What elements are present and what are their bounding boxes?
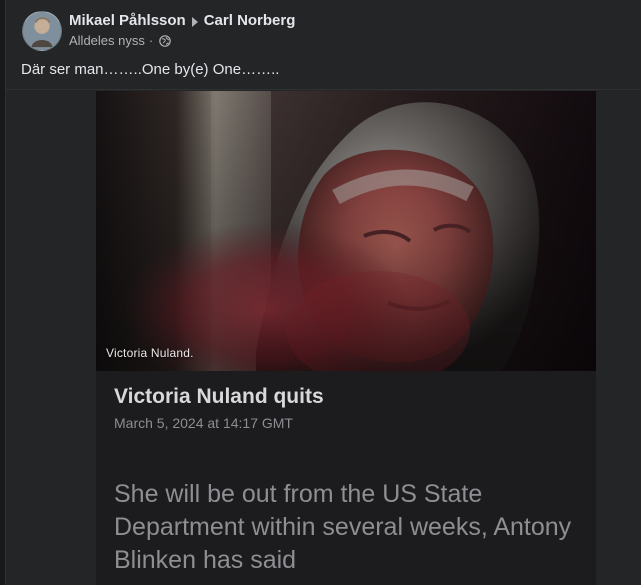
post-message: Där ser man……..One by(e) One…….. — [21, 61, 280, 78]
meta-separator: · — [148, 33, 154, 48]
author-avatar[interactable] — [22, 11, 62, 51]
author-name[interactable]: Mikael Påhlsson — [69, 12, 186, 30]
shared-image[interactable]: Victoria Nuland. Victoria Nuland quits M… — [96, 91, 596, 585]
profile-photo — [23, 12, 61, 50]
post-time[interactable]: Alldeles nyss — [69, 33, 145, 49]
article-preview: Victoria Nuland quits March 5, 2024 at 1… — [96, 371, 596, 585]
article-headline: Victoria Nuland quits — [114, 385, 324, 408]
article-timestamp: March 5, 2024 at 14:17 GMT — [114, 415, 293, 431]
arrow-right-icon — [191, 16, 198, 27]
photo-caption: Victoria Nuland. — [106, 346, 194, 360]
globe-icon[interactable] — [159, 35, 172, 47]
post-header: Mikael Påhlsson Carl Norberg — [69, 12, 295, 30]
post-meta: Alldeles nyss · — [69, 33, 172, 49]
facebook-post: Mikael Påhlsson Carl Norberg Alldeles ny… — [5, 0, 641, 585]
news-photo: Victoria Nuland. — [96, 91, 596, 371]
portrait-photo — [96, 91, 596, 371]
article-lead: She will be out from the US State Depart… — [114, 480, 572, 574]
target-name[interactable]: Carl Norberg — [204, 12, 296, 30]
content-divider — [6, 89, 641, 90]
